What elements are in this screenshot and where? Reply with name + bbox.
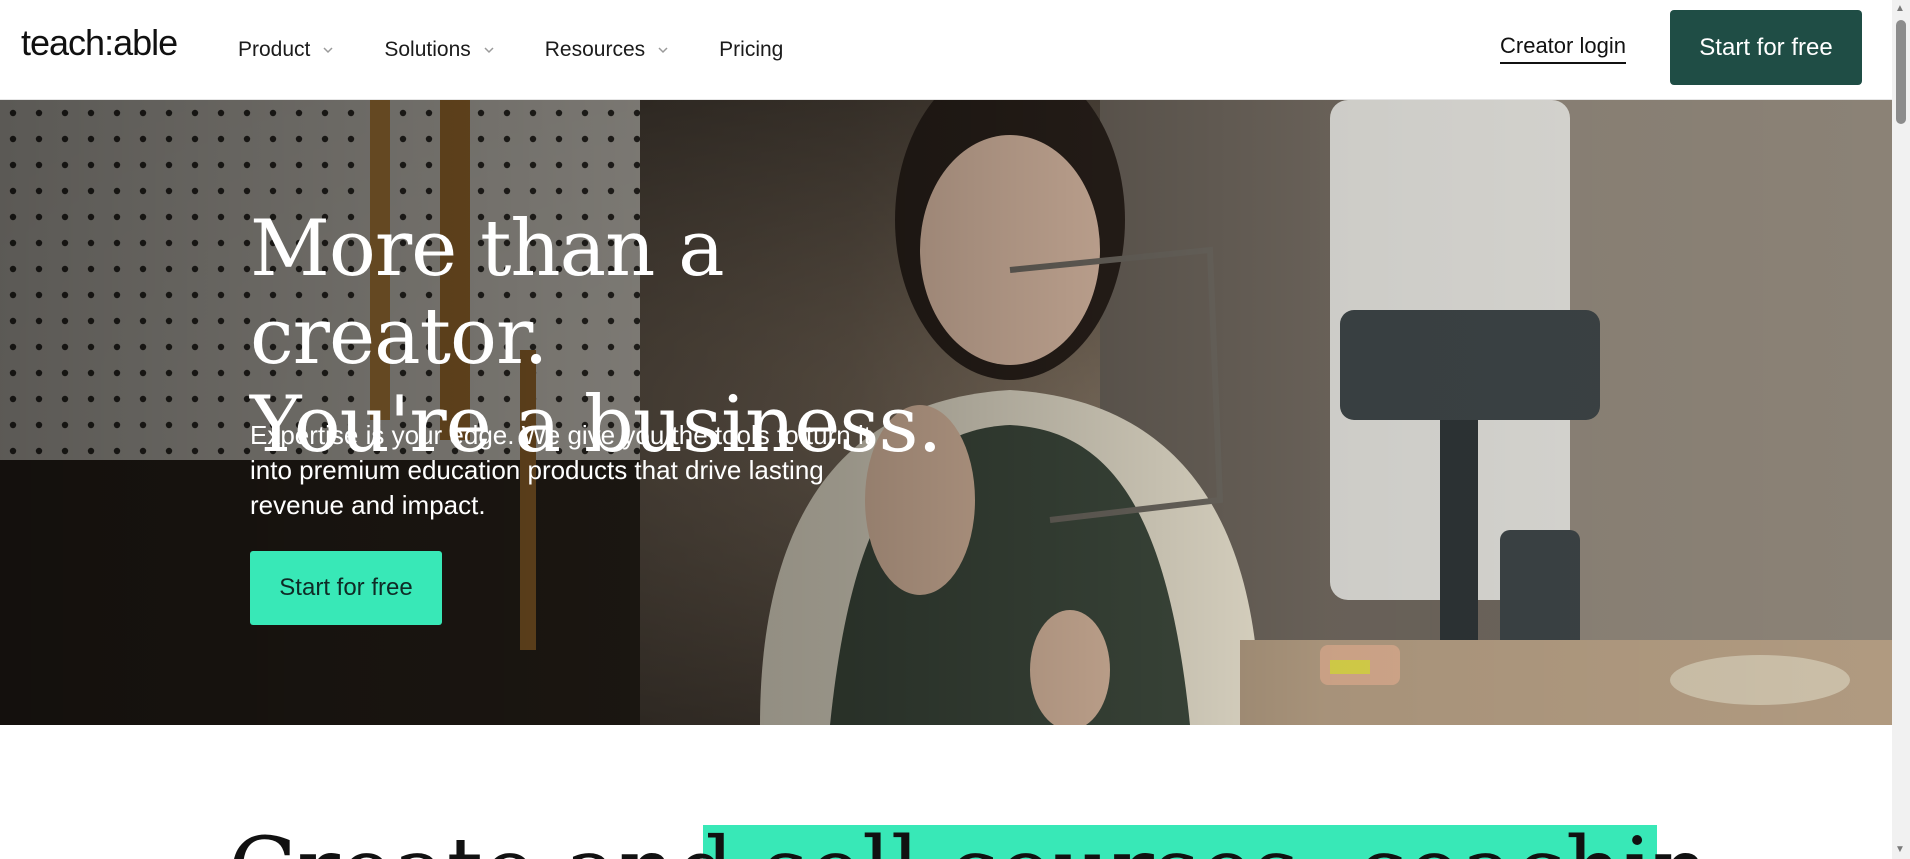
nav-item-label: Pricing <box>719 38 784 61</box>
scroll-down-arrow-icon[interactable]: ▼ <box>1895 845 1905 855</box>
nav-item-solutions[interactable]: Solutions <box>384 38 494 62</box>
start-for-free-button-header[interactable]: Start for free <box>1670 10 1862 85</box>
hero-headline-line-1: More than a creator. <box>250 204 725 382</box>
teachable-logo[interactable]: teach:able <box>21 22 178 64</box>
scroll-up-arrow-icon[interactable]: ▲ <box>1895 4 1905 14</box>
chevron-down-icon <box>484 47 494 54</box>
nav-item-pricing[interactable]: Pricing <box>719 38 783 62</box>
page-scrollbar[interactable]: ▲ ▼ <box>1892 0 1910 859</box>
site-header: teach:able Product Solutions Resources P… <box>0 0 1892 100</box>
main-nav: Product Solutions Resources Pricing <box>238 0 833 100</box>
nav-item-label: Resources <box>544 38 646 61</box>
section-heading: Create and sell courses, coaching and <box>228 826 1708 859</box>
nav-item-label: Solutions <box>384 38 471 61</box>
nav-item-label: Product <box>238 38 311 61</box>
start-for-free-button-hero[interactable]: Start for free <box>250 551 442 625</box>
nav-item-resources[interactable]: Resources <box>545 38 669 62</box>
scrollbar-thumb[interactable] <box>1896 20 1906 124</box>
nav-item-product[interactable]: Product <box>238 38 334 62</box>
hero-section: More than a creator. You're a business. … <box>0 100 1892 725</box>
creator-login-link[interactable]: Creator login <box>1500 33 1626 64</box>
chevron-down-icon <box>323 47 333 54</box>
hero-subtitle: Expertise is your edge. We give you the … <box>250 420 871 520</box>
chevron-down-icon <box>658 47 668 54</box>
